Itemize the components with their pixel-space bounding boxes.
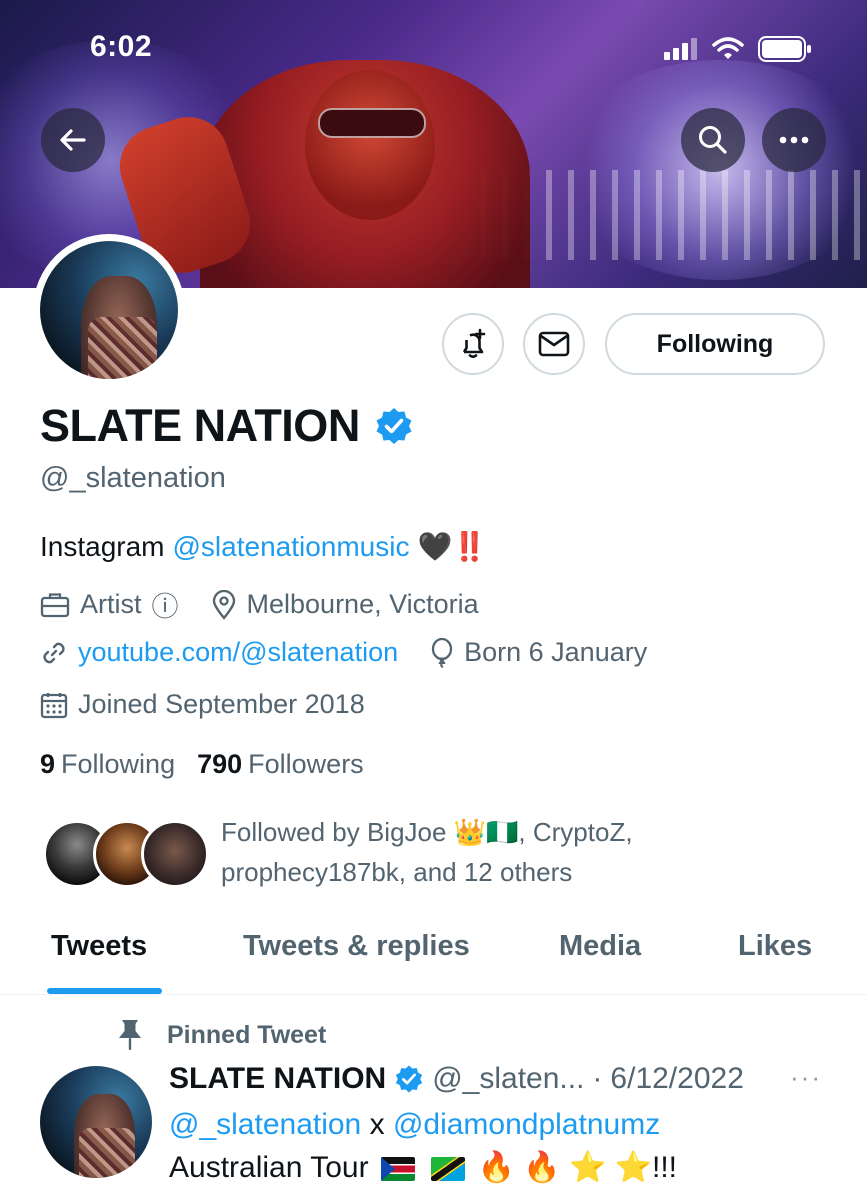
calendar-icon bbox=[40, 692, 68, 718]
profile-location: Melbourne, Victoria bbox=[246, 589, 479, 619]
tanzania-flag-icon bbox=[431, 1157, 466, 1182]
followed-by-text[interactable]: Followed by BigJoe 👑🇳🇬, CryptoZ, prophec… bbox=[221, 812, 821, 892]
status-icons bbox=[664, 36, 812, 62]
profile-meta-row-2: youtube.com/@slatenation Born 6 January bbox=[40, 637, 679, 668]
search-button[interactable] bbox=[681, 108, 745, 172]
followed-by-avatars[interactable] bbox=[43, 820, 213, 890]
profile-tabs: Tweets Tweets & replies Media Likes bbox=[0, 915, 867, 995]
tab-media[interactable]: Media bbox=[559, 930, 641, 963]
following-label: Following bbox=[61, 749, 176, 779]
active-tab-indicator bbox=[47, 988, 162, 994]
tweet-body-text: Australian Tour bbox=[169, 1151, 369, 1184]
tweet-author-name[interactable]: SLATE NATION bbox=[169, 1062, 386, 1096]
following-button[interactable]: Following bbox=[605, 313, 825, 375]
tab-tweets[interactable]: Tweets bbox=[51, 930, 147, 963]
notification-add-icon bbox=[462, 328, 486, 359]
link-icon bbox=[43, 642, 65, 663]
tweet-mention-slatenation[interactable]: @_slatenation bbox=[169, 1108, 361, 1141]
bio-text: Instagram bbox=[40, 530, 165, 562]
tweet-suffix: !!! bbox=[652, 1151, 678, 1184]
back-arrow-icon bbox=[60, 129, 86, 151]
profile-avatar[interactable] bbox=[33, 234, 185, 386]
verified-icon[interactable] bbox=[374, 406, 414, 446]
south-sudan-flag-icon bbox=[380, 1157, 415, 1182]
followers-count: 790 bbox=[197, 749, 243, 779]
followers-label: Followers bbox=[248, 749, 364, 779]
category-info-icon[interactable]: ⓘ bbox=[152, 585, 179, 624]
search-icon bbox=[699, 126, 727, 154]
more-icon bbox=[779, 136, 809, 144]
tweet-text-line-1: @_slatenation x @diamondplatnumz bbox=[169, 1108, 660, 1142]
followers-count-link[interactable]: 790 Followers bbox=[197, 749, 364, 780]
tweet-mention-diamondplatnumz[interactable]: @diamondplatnumz bbox=[393, 1108, 660, 1141]
pinned-label-text: Pinned Tweet bbox=[167, 1020, 327, 1049]
message-button[interactable] bbox=[523, 313, 585, 375]
verified-icon bbox=[396, 1065, 423, 1093]
notifications-button[interactable] bbox=[442, 313, 504, 375]
followed-by-line-2: prophecy187bk, and 12 others bbox=[221, 857, 573, 887]
profile-category: Artist bbox=[80, 589, 142, 619]
tab-tweets-and-replies[interactable]: Tweets & replies bbox=[243, 930, 470, 963]
balloon-icon bbox=[431, 637, 453, 668]
followed-by-line-1: Followed by BigJoe 👑🇳🇬, CryptoZ, bbox=[221, 817, 633, 847]
tweet-header: SLATE NATION @_slaten... · 6/12/2022 bbox=[169, 1062, 744, 1096]
profile-handle: @_slatenation bbox=[40, 462, 226, 494]
display-name: SLATE NATION bbox=[40, 400, 414, 452]
profile-joined-date: Joined September 2018 bbox=[78, 689, 365, 719]
pinned-tweet-label: Pinned Tweet bbox=[117, 1018, 326, 1052]
follower-avatar bbox=[141, 820, 209, 888]
mail-icon bbox=[538, 331, 570, 357]
back-button[interactable] bbox=[41, 108, 105, 172]
following-count: 9 bbox=[40, 749, 56, 779]
tweet-text-line-2: Australian Tour 🔥 🔥 ⭐ ⭐!!! bbox=[169, 1150, 677, 1185]
profile-birthday: Born 6 January bbox=[464, 637, 648, 667]
tab-likes[interactable]: Likes bbox=[738, 930, 812, 963]
bio-emojis: 🖤‼️ bbox=[417, 531, 488, 562]
tweet-separator: · bbox=[592, 1062, 603, 1095]
tweet-emojis: 🔥 🔥 ⭐ ⭐ bbox=[477, 1151, 653, 1184]
cellular-signal-icon bbox=[664, 38, 697, 60]
wifi-icon bbox=[712, 37, 744, 59]
bio-instagram-link[interactable]: @slatenationmusic bbox=[173, 531, 410, 563]
tweet-joiner: x bbox=[369, 1108, 385, 1141]
tweet-author-avatar[interactable] bbox=[40, 1066, 152, 1178]
briefcase-icon bbox=[40, 592, 70, 617]
display-name-text: SLATE NATION bbox=[40, 400, 360, 451]
tweet-more-button[interactable]: ··· bbox=[790, 1062, 822, 1093]
follow-counts: 9 Following 790 Followers bbox=[40, 749, 364, 780]
tweet-author-handle[interactable]: @_slaten... bbox=[432, 1062, 584, 1096]
battery-icon bbox=[758, 36, 811, 62]
more-button[interactable] bbox=[762, 108, 826, 172]
profile-website-link[interactable]: youtube.com/@slatenation bbox=[78, 637, 398, 668]
location-icon bbox=[212, 589, 235, 620]
tweet-date[interactable]: 6/12/2022 bbox=[610, 1062, 743, 1096]
following-count-link[interactable]: 9 Following bbox=[40, 749, 175, 780]
profile-meta-row-3: Joined September 2018 bbox=[40, 689, 397, 720]
pin-icon bbox=[119, 1020, 141, 1050]
profile-bio: Instagram @slatenationmusic 🖤‼️ bbox=[40, 530, 487, 563]
profile-meta-row-1: Artist ⓘ Melbourne, Victoria bbox=[40, 585, 511, 624]
status-time: 6:02 bbox=[90, 30, 153, 63]
